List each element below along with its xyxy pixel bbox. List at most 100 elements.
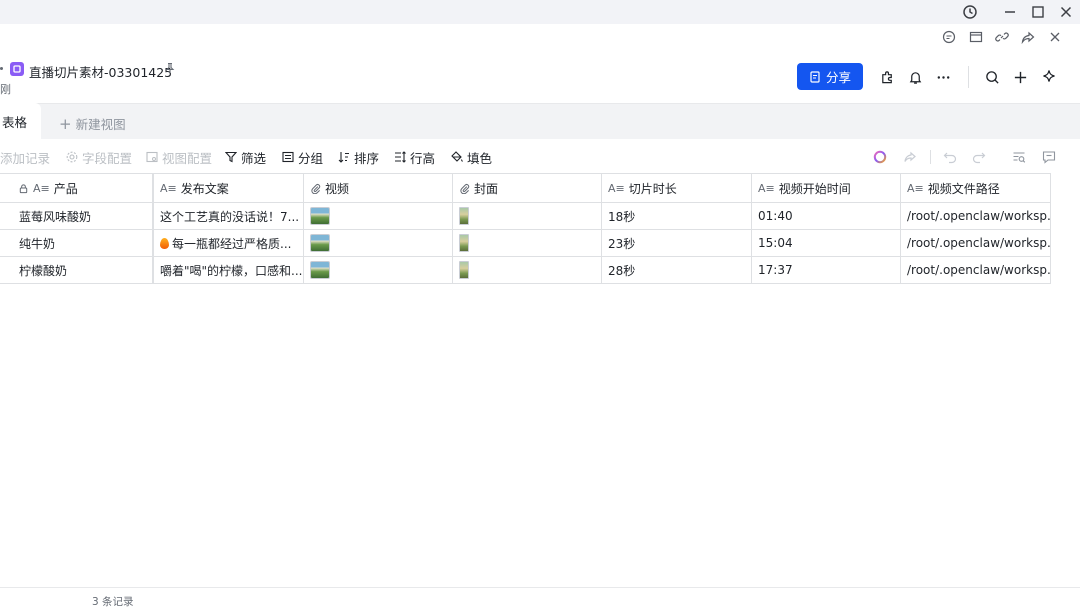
cell-copy[interactable]: 每一瓶都经过严格质...: [154, 230, 304, 256]
window-titlebar: [0, 0, 1080, 24]
cell-file-path[interactable]: /root/.openclaw/worksp...: [901, 230, 1051, 256]
footer-divider: [0, 587, 1080, 588]
view-config-button[interactable]: 视图配置: [146, 149, 213, 166]
column-header-label: 发布文案: [180, 181, 229, 196]
redo-icon[interactable]: [970, 148, 988, 166]
attachment-icon: [311, 183, 321, 194]
column-header-cover[interactable]: 封面: [453, 174, 602, 202]
share-doc-icon: [810, 70, 820, 83]
back-dot[interactable]: [0, 67, 3, 70]
cell-duration[interactable]: 18秒: [602, 203, 752, 229]
column-header-copy[interactable]: A≡ 发布文案: [154, 174, 304, 202]
link-icon[interactable]: [990, 26, 1014, 48]
ai-assistant-icon[interactable]: [871, 148, 889, 166]
cell-copy[interactable]: 这个工艺真的没话说！7...: [154, 203, 304, 229]
column-header-label: 视频文件路径: [927, 181, 1000, 196]
filter-button[interactable]: 筛选: [225, 149, 266, 166]
cell-start-time[interactable]: 01:40: [752, 203, 901, 229]
fire-icon: [160, 237, 169, 249]
video-thumbnail[interactable]: [310, 261, 330, 279]
view-config-label: 视图配置: [162, 150, 213, 166]
cell-start-time[interactable]: 17:37: [752, 257, 901, 283]
tab-table[interactable]: 表格: [0, 103, 41, 140]
new-view-label: 新建视图: [75, 117, 126, 132]
lock-icon: [19, 183, 28, 193]
more-icon[interactable]: [932, 66, 954, 88]
cell-product[interactable]: 蓝莓风味酸奶: [0, 203, 154, 229]
paint-bucket-icon: [451, 151, 463, 162]
group-icon: [282, 151, 294, 163]
plugin-icon[interactable]: [876, 66, 898, 88]
text-field-icon: A≡: [758, 181, 775, 195]
cell-copy[interactable]: 嚼着"喝"的柠檬，口感和...: [154, 257, 304, 283]
bell-icon[interactable]: [904, 66, 926, 88]
text-field-icon: A≡: [160, 181, 177, 195]
search-icon[interactable]: [981, 66, 1003, 88]
cover-thumbnail[interactable]: [459, 234, 469, 252]
cell-cover[interactable]: [453, 257, 602, 283]
ai-sparkle-icon[interactable]: [1038, 66, 1060, 88]
cell-copy-text: 每一瓶都经过严格质...: [172, 236, 292, 251]
column-header-label: 切片时长: [628, 181, 677, 196]
maximize-icon[interactable]: [1026, 2, 1050, 22]
field-config-button[interactable]: 字段配置: [66, 149, 133, 166]
cell-duration[interactable]: 23秒: [602, 230, 752, 256]
minimize-icon[interactable]: [998, 2, 1022, 22]
close-icon[interactable]: [1043, 26, 1067, 48]
cover-thumbnail[interactable]: [459, 207, 469, 225]
fill-color-button[interactable]: 填色: [451, 149, 492, 166]
column-header-label: 产品: [53, 181, 78, 196]
cell-product[interactable]: 柠檬酸奶: [0, 257, 154, 283]
cell-start-time[interactable]: 15:04: [752, 230, 901, 256]
toolbar-divider: [930, 150, 931, 164]
cover-thumbnail[interactable]: [459, 261, 469, 279]
window-icon[interactable]: [964, 26, 988, 48]
search-records-icon[interactable]: [1010, 148, 1028, 166]
filter-icon: [225, 151, 237, 163]
history-icon[interactable]: [958, 2, 982, 22]
row-height-button[interactable]: 行高: [394, 149, 435, 166]
cell-video[interactable]: [304, 203, 453, 229]
comment-icon[interactable]: [937, 26, 961, 48]
video-thumbnail[interactable]: [310, 234, 330, 252]
share-button[interactable]: 分享: [797, 63, 863, 90]
undo-icon[interactable]: [941, 148, 959, 166]
column-header-start-time[interactable]: A≡ 视频开始时间: [752, 174, 901, 202]
cell-video[interactable]: [304, 230, 453, 256]
cell-cover[interactable]: [453, 203, 602, 229]
share-out-icon[interactable]: [901, 148, 919, 166]
field-config-label: 字段配置: [82, 150, 133, 166]
sort-button[interactable]: 排序: [338, 149, 380, 166]
doc-title[interactable]: 直播切片素材-03301425: [29, 62, 172, 81]
add-record-label: 添加记录: [0, 150, 51, 166]
group-label: 分组: [298, 150, 324, 166]
attachment-icon: [460, 183, 470, 194]
column-header-video[interactable]: 视频: [304, 174, 453, 202]
column-header-file-path[interactable]: A≡ 视频文件路径: [901, 174, 1051, 202]
add-record-button[interactable]: 添加记录: [0, 149, 51, 166]
column-header-duration[interactable]: A≡ 切片时长: [602, 174, 752, 202]
cell-video[interactable]: [304, 257, 453, 283]
table-row[interactable]: 蓝莓风味酸奶 这个工艺真的没话说！7... 18秒 01:40 /root/.o…: [0, 203, 1051, 230]
table-row[interactable]: 纯牛奶 每一瓶都经过严格质... 23秒 15:04 /root/.opencl…: [0, 230, 1051, 257]
cell-duration[interactable]: 28秒: [602, 257, 752, 283]
cell-file-path[interactable]: /root/.openclaw/worksp...: [901, 257, 1051, 283]
sort-label: 排序: [354, 150, 380, 166]
column-header-product[interactable]: A≡ 产品: [0, 174, 154, 202]
table-row[interactable]: 柠檬酸奶 嚼着"喝"的柠檬，口感和... 28秒 17:37 /root/.op…: [0, 257, 1051, 284]
pin-icon[interactable]: [164, 62, 176, 77]
text-field-icon: A≡: [608, 181, 625, 195]
cell-file-path[interactable]: /root/.openclaw/worksp...: [901, 203, 1051, 229]
video-thumbnail[interactable]: [310, 207, 330, 225]
view-config-icon: [146, 151, 158, 163]
new-view-button[interactable]: + 新建视图: [59, 114, 126, 133]
record-count: 3 条记录: [92, 596, 134, 608]
close-window-icon[interactable]: [1054, 2, 1078, 22]
cell-product[interactable]: 纯牛奶: [0, 230, 154, 256]
forward-icon[interactable]: [1016, 26, 1040, 48]
group-button[interactable]: 分组: [282, 149, 324, 166]
comments-panel-icon[interactable]: [1040, 148, 1058, 166]
plus-icon[interactable]: [1009, 66, 1031, 88]
base-doc-icon: [10, 62, 24, 76]
cell-cover[interactable]: [453, 230, 602, 256]
